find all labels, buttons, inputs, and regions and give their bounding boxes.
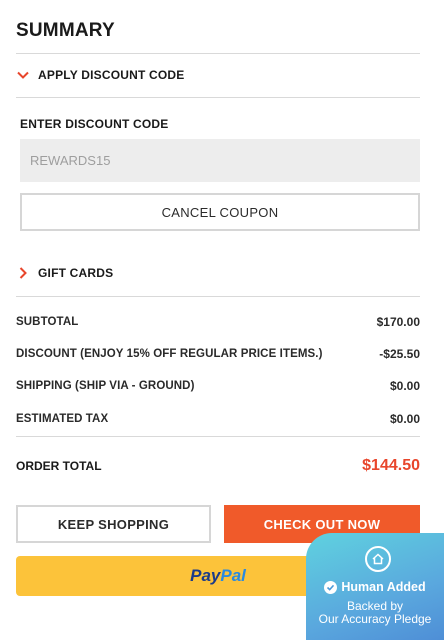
- divider: [16, 97, 420, 98]
- home-icon: [365, 546, 391, 572]
- apply-discount-toggle[interactable]: APPLY DISCOUNT CODE: [16, 64, 420, 86]
- badge-line3: Our Accuracy Pledge: [318, 612, 432, 626]
- chevron-down-icon: [17, 71, 29, 79]
- totals-value: $0.00: [389, 412, 420, 426]
- divider: [16, 296, 420, 297]
- totals-value: -$25.50: [379, 347, 420, 361]
- accuracy-pledge-badge[interactable]: Human Added Backed by Our Accuracy Pledg…: [306, 533, 444, 640]
- badge-line1: Human Added: [341, 580, 426, 594]
- cancel-coupon-button[interactable]: CANCEL COUPON: [20, 193, 420, 231]
- discount-field-label: ENTER DISCOUNT CODE: [20, 117, 169, 131]
- totals-row-shipping: SHIPPING (SHIP VIA - GROUND) $0.00: [16, 378, 420, 394]
- totals-row-subtotal: SUBTOTAL $170.00: [16, 314, 420, 330]
- totals-value: $170.00: [376, 315, 420, 329]
- order-total-label: ORDER TOTAL: [16, 459, 102, 473]
- check-circle-icon: [324, 580, 338, 594]
- divider: [16, 436, 420, 437]
- paypal-logo-part2: Pal: [220, 566, 246, 585]
- gift-cards-toggle[interactable]: GIFT CARDS: [16, 262, 420, 284]
- totals-value: $0.00: [389, 379, 420, 393]
- totals-row-discount: DISCOUNT (ENJOY 15% OFF REGULAR PRICE IT…: [16, 346, 420, 362]
- order-total-row: ORDER TOTAL $144.50: [16, 455, 420, 477]
- chevron-right-icon: [19, 267, 27, 279]
- totals-label: SHIPPING (SHIP VIA - GROUND): [16, 380, 195, 392]
- keep-shopping-button[interactable]: KEEP SHOPPING: [16, 505, 211, 543]
- apply-discount-label: APPLY DISCOUNT CODE: [38, 68, 185, 82]
- totals-label: SUBTOTAL: [16, 316, 79, 328]
- gift-cards-label: GIFT CARDS: [38, 266, 114, 280]
- totals-label: ESTIMATED TAX: [16, 413, 109, 425]
- page-title: SUMMARY: [16, 20, 115, 41]
- order-total-value: $144.50: [362, 457, 420, 474]
- discount-code-input[interactable]: [20, 139, 420, 182]
- badge-line2: Backed by: [346, 599, 404, 613]
- divider: [16, 53, 420, 54]
- paypal-logo-part1: Pay: [190, 566, 221, 585]
- totals-row-tax: ESTIMATED TAX $0.00: [16, 411, 420, 427]
- totals-label: DISCOUNT (ENJOY 15% OFF REGULAR PRICE IT…: [16, 348, 323, 360]
- badge-title: Human Added: [306, 580, 444, 594]
